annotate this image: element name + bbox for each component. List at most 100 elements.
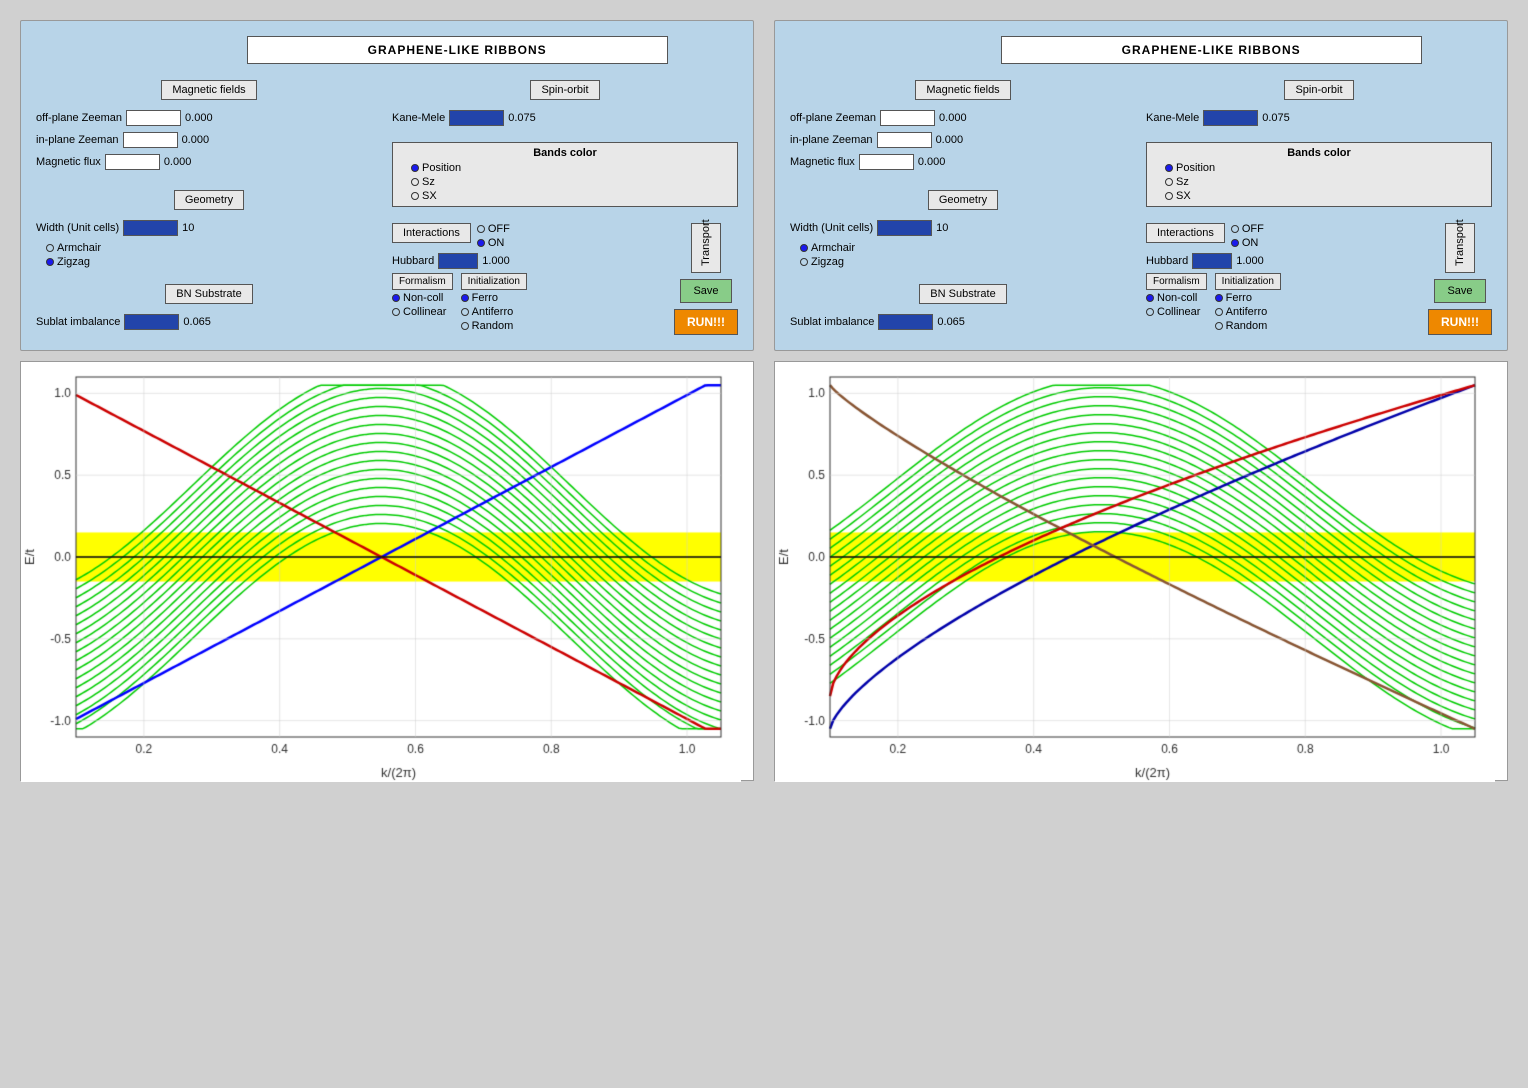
panel1-spin-orbit-btn[interactable]: Spin-orbit bbox=[530, 80, 599, 100]
panel1-antiferro-circle bbox=[461, 308, 469, 316]
panel2-on-label: ON bbox=[1242, 237, 1259, 249]
panel2-non-coll-option[interactable]: Non-coll bbox=[1146, 292, 1207, 304]
panel1-hubbard-label: Hubbard bbox=[392, 255, 434, 267]
panel1-random-option[interactable]: Random bbox=[461, 320, 527, 332]
panel1-sublat-input[interactable] bbox=[124, 314, 179, 330]
panel2-armchair-option[interactable]: Armchair bbox=[800, 242, 1136, 254]
panel1-random-label: Random bbox=[472, 320, 514, 332]
panel2-sx-option[interactable]: SX bbox=[1165, 190, 1483, 202]
panel1-kane-mele-value: 0.075 bbox=[508, 112, 536, 124]
panel2-antiferro-label: Antiferro bbox=[1226, 306, 1268, 318]
panel2-random-option[interactable]: Random bbox=[1215, 320, 1281, 332]
panel1-formalism-init-row: Formalism Non-coll Collinear bbox=[392, 273, 668, 332]
panel1-magnetic-fields-btn[interactable]: Magnetic fields bbox=[161, 80, 256, 100]
panel1-on-option[interactable]: ON bbox=[477, 237, 510, 249]
panel2-ferro-option[interactable]: Ferro bbox=[1215, 292, 1281, 304]
panel2-hubbard-input[interactable] bbox=[1192, 253, 1232, 269]
panel2-spin-orbit-btn[interactable]: Spin-orbit bbox=[1284, 80, 1353, 100]
panel2-width-value: 10 bbox=[936, 222, 948, 234]
panel1-non-coll-circle bbox=[392, 294, 400, 302]
panel1-run-btn[interactable]: RUN!!! bbox=[674, 309, 738, 335]
panel1-off-plane-input[interactable] bbox=[126, 110, 181, 126]
panel2-mag-flux-value: 0.000 bbox=[918, 156, 946, 168]
panel2-kane-mele-value: 0.075 bbox=[1262, 112, 1290, 124]
panel2-position-option[interactable]: Position bbox=[1165, 162, 1483, 174]
panel2-geometry-btn[interactable]: Geometry bbox=[928, 190, 998, 210]
panel2-on-circle bbox=[1231, 239, 1239, 247]
panel-1: GRAPHENE-LIKE RIBBONS Magnetic fields of… bbox=[20, 20, 754, 351]
panel2-in-plane-input[interactable] bbox=[877, 132, 932, 148]
panel1-hubbard-value: 1.000 bbox=[482, 255, 510, 267]
panel1-sx-option[interactable]: SX bbox=[411, 190, 729, 202]
panel2-formalism-col: Formalism Non-coll Collinear bbox=[1146, 273, 1207, 332]
panel2-position-circle bbox=[1165, 164, 1173, 172]
panel2-init-btn[interactable]: Initialization bbox=[1215, 273, 1281, 290]
panel1-non-coll-option[interactable]: Non-coll bbox=[392, 292, 453, 304]
panel1-zigzag-option[interactable]: Zigzag bbox=[46, 256, 382, 268]
panel1-collinear-option[interactable]: Collinear bbox=[392, 306, 453, 318]
panel1-hubbard-input[interactable] bbox=[438, 253, 478, 269]
panel1-ferro-option[interactable]: Ferro bbox=[461, 292, 527, 304]
panel1-mag-flux-input[interactable] bbox=[105, 154, 160, 170]
panel1-kane-mele-label: Kane-Mele bbox=[392, 112, 445, 124]
panel1-off-circle bbox=[477, 225, 485, 233]
panel1-collinear-circle bbox=[392, 308, 400, 316]
panel2-save-btn[interactable]: Save bbox=[1434, 279, 1485, 303]
panel1-sublat-label: Sublat imbalance bbox=[36, 316, 120, 328]
panel2-kane-mele-row: Kane-Mele 0.075 bbox=[1146, 110, 1492, 126]
bottom-row bbox=[20, 361, 1508, 781]
panel2-width-input[interactable] bbox=[877, 220, 932, 236]
panel1-sz-circle bbox=[411, 178, 419, 186]
panel2-off-plane-label: off-plane Zeeman bbox=[790, 112, 876, 124]
panel2-antiferro-option[interactable]: Antiferro bbox=[1215, 306, 1281, 318]
panel1-width-value: 10 bbox=[182, 222, 194, 234]
panel1-in-plane-input[interactable] bbox=[123, 132, 178, 148]
panel1-geometry-btn[interactable]: Geometry bbox=[174, 190, 244, 210]
panel2-mag-flux-input[interactable] bbox=[859, 154, 914, 170]
panel1-init-btn[interactable]: Initialization bbox=[461, 273, 527, 290]
panel2-formalism-btn[interactable]: Formalism bbox=[1146, 273, 1207, 290]
panel1-sz-label: Sz bbox=[422, 176, 435, 188]
panel1-width-input[interactable] bbox=[123, 220, 178, 236]
panel2-sublat-value: 0.065 bbox=[937, 316, 965, 328]
panel2-zigzag-option[interactable]: Zigzag bbox=[800, 256, 1136, 268]
panel2-random-circle bbox=[1215, 322, 1223, 330]
panel2-off-plane-value: 0.000 bbox=[939, 112, 967, 124]
panel1-save-btn[interactable]: Save bbox=[680, 279, 731, 303]
panel2-zigzag-label: Zigzag bbox=[811, 256, 844, 268]
panel1-transport-btn[interactable]: Transport bbox=[691, 223, 721, 273]
panel1-sublat-value: 0.065 bbox=[183, 316, 211, 328]
panel2-collinear-option[interactable]: Collinear bbox=[1146, 306, 1207, 318]
panel2-off-plane-input[interactable] bbox=[880, 110, 935, 126]
panel2-bn-substrate-btn[interactable]: BN Substrate bbox=[919, 284, 1006, 304]
panel2-sx-label: SX bbox=[1176, 190, 1191, 202]
panel2-run-btn[interactable]: RUN!!! bbox=[1428, 309, 1492, 335]
panel1-antiferro-option[interactable]: Antiferro bbox=[461, 306, 527, 318]
panel1-random-circle bbox=[461, 322, 469, 330]
panel2-antiferro-circle bbox=[1215, 308, 1223, 316]
panel1-armchair-option[interactable]: Armchair bbox=[46, 242, 382, 254]
panel1-mag-flux-value: 0.000 bbox=[164, 156, 192, 168]
panel2-sublat-input[interactable] bbox=[878, 314, 933, 330]
panel1-on-label: ON bbox=[488, 237, 505, 249]
panel1-formalism-col: Formalism Non-coll Collinear bbox=[392, 273, 453, 332]
panel1-formalism-btn[interactable]: Formalism bbox=[392, 273, 453, 290]
panel2-magnetic-fields-btn[interactable]: Magnetic fields bbox=[915, 80, 1010, 100]
panel2-in-plane-label: in-plane Zeeman bbox=[790, 134, 873, 146]
panel1-bn-substrate-btn[interactable]: BN Substrate bbox=[165, 284, 252, 304]
panel2-sz-option[interactable]: Sz bbox=[1165, 176, 1483, 188]
panel2-transport-btn[interactable]: Transport bbox=[1445, 223, 1475, 273]
panel2-on-option[interactable]: ON bbox=[1231, 237, 1264, 249]
panel1-in-plane-value: 0.000 bbox=[182, 134, 210, 146]
panel1-kane-mele-input[interactable] bbox=[449, 110, 504, 126]
panel2-collinear-circle bbox=[1146, 308, 1154, 316]
panel1-off-plane-label: off-plane Zeeman bbox=[36, 112, 122, 124]
panel1-position-option[interactable]: Position bbox=[411, 162, 729, 174]
panel2-kane-mele-input[interactable] bbox=[1203, 110, 1258, 126]
panel1-sz-option[interactable]: Sz bbox=[411, 176, 729, 188]
panel1-sx-label: SX bbox=[422, 190, 437, 202]
panel2-interactions-btn[interactable]: Interactions bbox=[1146, 223, 1225, 243]
panel1-off-option[interactable]: OFF bbox=[477, 223, 510, 235]
panel2-off-option[interactable]: OFF bbox=[1231, 223, 1264, 235]
panel1-interactions-btn[interactable]: Interactions bbox=[392, 223, 471, 243]
